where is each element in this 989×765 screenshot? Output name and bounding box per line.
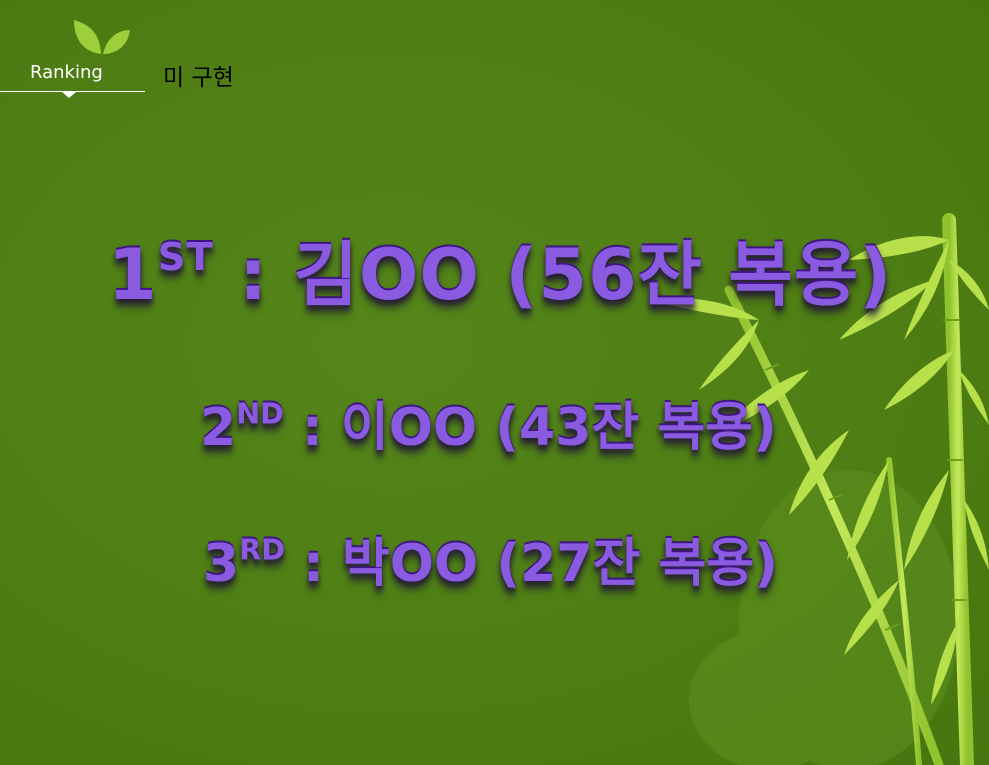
rank-suffix: ND [236, 395, 284, 430]
header-note: 미 구현 [163, 65, 234, 91]
ranking-line-2nd: 2ND : 이OO (43잔 복용) [200, 384, 777, 459]
rank-name: 김OO [293, 233, 480, 315]
rank-number: 3 [203, 533, 240, 593]
rank-separator: : [283, 397, 341, 457]
rank-suffix: ST [157, 234, 214, 280]
rank-suffix: RD [239, 531, 285, 566]
rank-number: 2 [200, 397, 237, 457]
leaf-icon [74, 20, 130, 54]
rank-detail: (43잔 복용) [477, 397, 777, 457]
rank-separator: : [213, 233, 294, 315]
rank-name: 박OO [341, 533, 479, 593]
ranking-line-1st: 1ST : 김OO (56잔 복용) [108, 218, 892, 319]
header-caret-icon [62, 92, 76, 98]
rank-number: 1 [108, 233, 158, 315]
rank-detail: (56잔 복용) [479, 233, 893, 315]
rank-name: 이OO [340, 397, 478, 457]
ranking-line-3rd: 3RD : 박OO (27잔 복용) [203, 520, 778, 595]
section-label: Ranking [30, 62, 103, 83]
rank-detail: (27잔 복용) [478, 533, 778, 593]
slide-header: Ranking 미 구현 [0, 0, 300, 110]
slide: Ranking 미 구현 1ST: 김OO (56잔 복용) 2ND: 이O… [0, 0, 989, 765]
rank-separator: : [284, 533, 342, 593]
